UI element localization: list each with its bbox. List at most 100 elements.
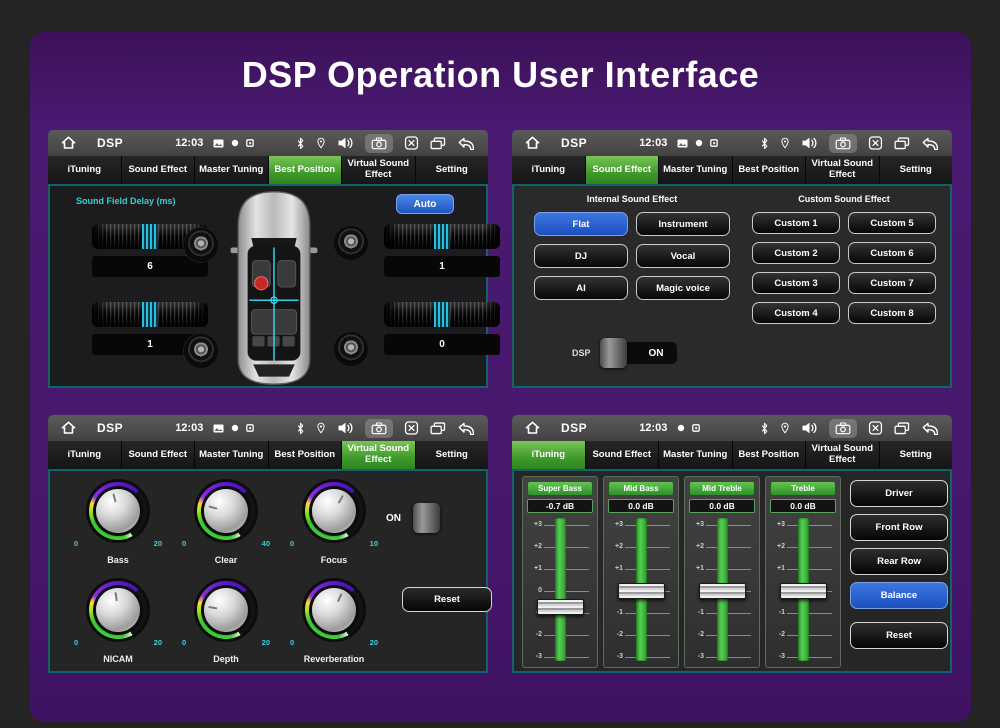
tab-best-position[interactable]: Best Position [732, 156, 806, 184]
tab-setting[interactable]: Setting [879, 441, 952, 469]
volume-icon[interactable] [801, 421, 818, 435]
tab-virtual-sound-effect[interactable]: Virtual Sound Effect [342, 156, 416, 184]
stop-square-icon [246, 139, 255, 147]
clock: 12:03 [175, 422, 204, 434]
custom-3-button[interactable]: Custom 3 [752, 272, 840, 294]
slider-handle[interactable] [618, 583, 665, 599]
tab-best-position[interactable]: Best Position [268, 156, 342, 184]
tab-ituning[interactable]: iTuning [512, 441, 586, 469]
tab-sound-effect[interactable]: Sound Effect [585, 441, 659, 469]
delay-value-front-right: 1 [384, 256, 500, 277]
custom-6-button[interactable]: Custom 6 [848, 242, 936, 264]
camera-icon[interactable] [365, 133, 393, 153]
band-value: 0.0 dB [689, 499, 755, 513]
custom-4-button[interactable]: Custom 4 [752, 302, 840, 324]
tab-ituning[interactable]: iTuning [48, 156, 122, 184]
eq-band-super-bass: Super Bass -0.7 dB +3 +2 +1 0 -1 -2 -3 [522, 476, 598, 668]
volume-icon[interactable] [337, 136, 354, 150]
knob-bass[interactable]: 0 20 Bass [64, 477, 172, 570]
home-icon[interactable] [60, 420, 77, 436]
balance-button[interactable]: Balance [850, 582, 948, 609]
home-icon[interactable] [60, 135, 77, 151]
eq-slider[interactable]: +3 +2 +1 0 -1 -2 -3 [527, 515, 593, 665]
tab-virtual-sound-effect[interactable]: Virtual Sound Effect [342, 441, 416, 469]
tab-virtual-sound-effect[interactable]: Virtual Sound Effect [806, 441, 880, 469]
effect-magic-voice-button[interactable]: Magic voice [636, 276, 730, 300]
dsp-label: DSP [572, 348, 591, 358]
slider-handle[interactable] [699, 583, 746, 599]
custom-5-button[interactable]: Custom 5 [848, 212, 936, 234]
tab-master-tuning[interactable]: Master Tuning [195, 156, 269, 184]
knob-clear[interactable]: 0 40 Clear [172, 477, 280, 570]
custom-7-button[interactable]: Custom 7 [848, 272, 936, 294]
knob-reverberation[interactable]: 0 20 Reverberation [280, 576, 388, 669]
recent-apps-icon[interactable] [430, 421, 446, 435]
effect-ai-button[interactable]: AI [534, 276, 628, 300]
effect-flat-button[interactable]: Flat [534, 212, 628, 236]
knob-focus[interactable]: 0 10 Focus [280, 477, 388, 570]
front-row-button[interactable]: Front Row [850, 514, 948, 541]
camera-icon[interactable] [829, 133, 857, 153]
tab-setting[interactable]: Setting [415, 441, 488, 469]
close-app-icon[interactable] [868, 136, 883, 150]
custom-2-button[interactable]: Custom 2 [752, 242, 840, 264]
close-app-icon[interactable] [404, 136, 419, 150]
volume-icon[interactable] [801, 136, 818, 150]
slider-handle[interactable] [780, 583, 827, 599]
dsp-toggle[interactable]: ON [599, 338, 677, 368]
knob-nicam[interactable]: 0 20 NICAM [64, 576, 172, 669]
close-app-icon[interactable] [868, 421, 883, 435]
tab-master-tuning[interactable]: Master Tuning [659, 156, 733, 184]
back-icon[interactable] [921, 137, 940, 150]
home-icon[interactable] [524, 420, 541, 436]
tab-sound-effect[interactable]: Sound Effect [585, 156, 659, 184]
camera-icon[interactable] [829, 418, 857, 438]
volume-icon[interactable] [337, 421, 354, 435]
camera-icon[interactable] [365, 418, 393, 438]
eq-slider[interactable]: +3 +2 +1 0 -1 -2 -3 [770, 515, 836, 665]
record-dot-icon [232, 424, 239, 432]
auto-button[interactable]: Auto [396, 194, 454, 214]
tab-master-tuning[interactable]: Master Tuning [195, 441, 269, 469]
rear-row-button[interactable]: Rear Row [850, 548, 948, 575]
back-icon[interactable] [457, 422, 476, 435]
panel-best-position: DSP 12:03 iTuning Sound Effect Master Tu… [48, 130, 500, 388]
delay-roller-front-right[interactable] [384, 224, 500, 249]
custom-8-button[interactable]: Custom 8 [848, 302, 936, 324]
tab-setting[interactable]: Setting [415, 156, 488, 184]
speaker-front-right-icon [334, 226, 368, 260]
delay-roller-rear-right[interactable] [384, 302, 500, 327]
eq-slider[interactable]: +3 +2 +1 0 -1 -2 -3 [608, 515, 674, 665]
reset-button[interactable]: Reset [850, 622, 948, 649]
app-title: DSP [561, 421, 588, 435]
tab-sound-effect[interactable]: Sound Effect [121, 156, 195, 184]
tab-sound-effect[interactable]: Sound Effect [121, 441, 195, 469]
virtual-effect-toggle-state: ON [386, 512, 401, 524]
tab-ituning[interactable]: iTuning [48, 441, 122, 469]
knob-depth[interactable]: 0 20 Depth [172, 576, 280, 669]
reset-button[interactable]: Reset [402, 587, 492, 612]
home-icon[interactable] [524, 135, 541, 151]
driver-button[interactable]: Driver [850, 480, 948, 507]
delay-roller-rear-left[interactable] [92, 302, 208, 327]
back-icon[interactable] [457, 137, 476, 150]
effect-vocal-button[interactable]: Vocal [636, 244, 730, 268]
recent-apps-icon[interactable] [894, 136, 910, 150]
tab-setting[interactable]: Setting [879, 156, 952, 184]
close-app-icon[interactable] [404, 421, 419, 435]
recent-apps-icon[interactable] [430, 136, 446, 150]
toggle-knob [413, 503, 440, 533]
tab-best-position[interactable]: Best Position [732, 441, 806, 469]
tab-master-tuning[interactable]: Master Tuning [659, 441, 733, 469]
recent-apps-icon[interactable] [894, 421, 910, 435]
custom-1-button[interactable]: Custom 1 [752, 212, 840, 234]
back-icon[interactable] [921, 422, 940, 435]
effect-instrument-button[interactable]: Instrument [636, 212, 730, 236]
effect-dj-button[interactable]: DJ [534, 244, 628, 268]
eq-slider[interactable]: +3 +2 +1 0 -1 -2 -3 [689, 515, 755, 665]
tab-virtual-sound-effect[interactable]: Virtual Sound Effect [806, 156, 880, 184]
tab-ituning[interactable]: iTuning [512, 156, 586, 184]
slider-handle[interactable] [537, 599, 584, 615]
tab-best-position[interactable]: Best Position [268, 441, 342, 469]
status-bar: DSP 12:03 [512, 130, 952, 156]
